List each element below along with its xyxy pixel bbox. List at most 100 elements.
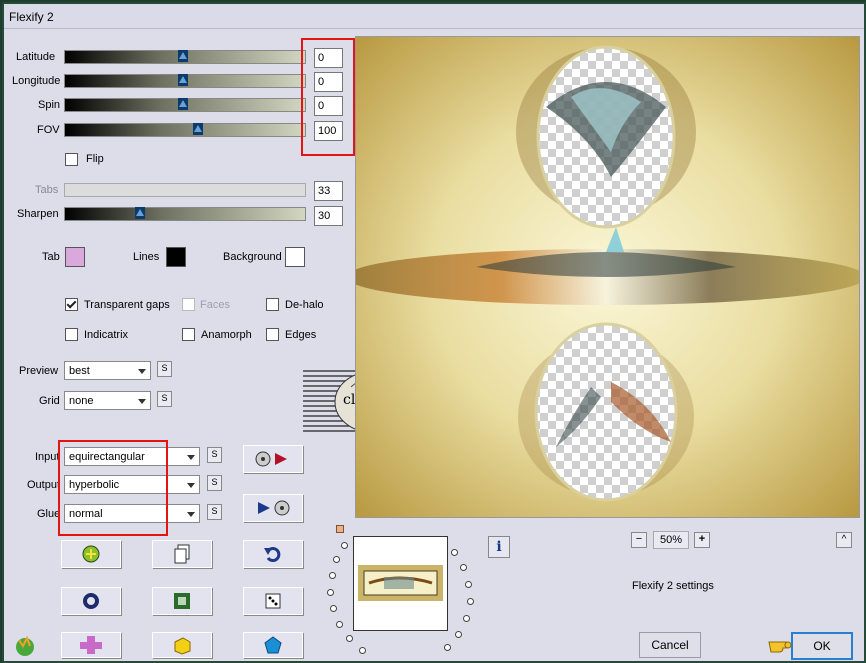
spin-slider[interactable] (64, 98, 306, 112)
dot (336, 621, 343, 628)
highlight-box-projection (58, 440, 168, 536)
glue-label: Glue (37, 508, 61, 520)
ok-button[interactable]: OK (791, 632, 853, 660)
flexify-dialog: Flexify 2 Latitude 0 Longitude 0 Spin 0 … (2, 2, 866, 663)
chevron-down-icon (187, 483, 195, 488)
dot (329, 572, 336, 579)
background-color-label: Background (223, 251, 282, 263)
input-s-button[interactable]: S (207, 447, 222, 463)
puzzle-button[interactable] (61, 632, 121, 658)
shape-button[interactable] (243, 632, 303, 658)
dot (330, 605, 337, 612)
chevron-down-icon (138, 399, 146, 404)
transparent-gaps-checkbox[interactable] (65, 298, 78, 311)
indicatrix-checkbox[interactable] (65, 328, 78, 341)
dice-icon (265, 593, 281, 609)
spin-slider-thumb[interactable] (178, 98, 188, 110)
glue-s-button[interactable]: S (207, 504, 222, 520)
indicatrix-label: Indicatrix (84, 329, 129, 341)
longitude-slider-thumb[interactable] (178, 74, 188, 86)
preview-image (346, 36, 866, 518)
chevron-down-icon (187, 512, 195, 517)
preview-label: Preview (19, 365, 59, 377)
edges-checkbox[interactable] (266, 328, 279, 341)
spin-label: Spin (38, 99, 61, 111)
grid-label: Grid (39, 395, 60, 407)
tabs-label: Tabs (35, 184, 59, 196)
lines-color-swatch[interactable] (166, 247, 186, 267)
collapse-caret-button[interactable]: ^ (836, 532, 852, 548)
play-input-button[interactable] (243, 445, 303, 473)
lines-color-label: Lines (133, 251, 160, 263)
settings-label: Flexify 2 settings (632, 580, 714, 592)
dot (333, 556, 340, 563)
tab-color-swatch[interactable] (65, 247, 85, 267)
sharpen-slider-thumb[interactable] (135, 207, 145, 219)
transparent-gaps-label: Transparent gaps (84, 299, 170, 311)
faces-checkbox (182, 298, 195, 311)
randomize-button[interactable] (61, 540, 121, 568)
copy-icon (174, 544, 190, 564)
dot (346, 635, 353, 642)
frame-button[interactable] (152, 587, 212, 615)
grid-select-value: none (69, 395, 94, 407)
sharpen-input[interactable]: 30 (314, 206, 343, 226)
dice-button[interactable] (243, 587, 303, 615)
fov-slider[interactable] (64, 123, 306, 137)
background-color-swatch[interactable] (285, 247, 305, 267)
latitude-slider[interactable] (64, 50, 306, 64)
frame-icon (174, 593, 190, 609)
longitude-label: Longitude (12, 75, 61, 87)
edges-label: Edges (285, 329, 317, 341)
latitude-slider-thumb[interactable] (178, 50, 188, 62)
window-title: Flexify 2 (9, 10, 54, 24)
highlight-box-values (301, 38, 355, 156)
dehalo-checkbox[interactable] (266, 298, 279, 311)
grid-select[interactable]: none (64, 391, 151, 410)
info-icon[interactable]: i (488, 536, 510, 558)
preview-s-button[interactable]: S (157, 361, 172, 377)
faces-label: Faces (200, 299, 230, 311)
sharpen-slider[interactable] (64, 207, 306, 221)
output-label: Output (27, 479, 61, 491)
ring-button[interactable] (61, 587, 121, 615)
dot (463, 615, 470, 622)
cube-button[interactable] (152, 632, 212, 658)
puzzle-cross-icon (80, 636, 102, 654)
dot (467, 598, 474, 605)
flip-checkbox[interactable] (65, 153, 78, 166)
output-s-button[interactable]: S (207, 475, 222, 491)
longitude-slider[interactable] (64, 74, 306, 88)
disc-play-icon (255, 451, 287, 467)
dot (455, 631, 462, 638)
copy-button[interactable] (152, 540, 212, 568)
dot (460, 564, 467, 571)
cube-icon (174, 637, 191, 655)
fov-slider-thumb[interactable] (193, 123, 203, 135)
zoom-out-button[interactable]: − (631, 532, 647, 548)
dot (451, 549, 458, 556)
title-bar: Flexify 2 (4, 4, 864, 29)
zoom-in-button[interactable]: + (694, 532, 710, 548)
tabs-input[interactable]: 33 (314, 181, 343, 201)
dot (444, 644, 451, 651)
preview-select-value: best (69, 365, 90, 377)
dot (465, 581, 472, 588)
flexify-logo-icon (13, 634, 37, 658)
preview-select[interactable]: best (64, 361, 151, 380)
chevron-down-icon (138, 369, 146, 374)
anamorph-label: Anamorph (201, 329, 252, 341)
latitude-label: Latitude (16, 51, 56, 63)
undo-icon (264, 547, 281, 562)
dot (341, 542, 348, 549)
ring-icon (83, 593, 99, 609)
anamorph-checkbox[interactable] (182, 328, 195, 341)
fov-label: FOV (37, 124, 60, 136)
thumbnail-preview[interactable] (353, 536, 448, 631)
grid-s-button[interactable]: S (157, 391, 172, 407)
undo-button[interactable] (243, 540, 303, 568)
play-output-button[interactable] (243, 494, 303, 522)
cancel-button[interactable]: Cancel (639, 632, 701, 658)
thumbnail-handle[interactable] (336, 525, 344, 533)
sharpen-label: Sharpen (17, 208, 59, 220)
